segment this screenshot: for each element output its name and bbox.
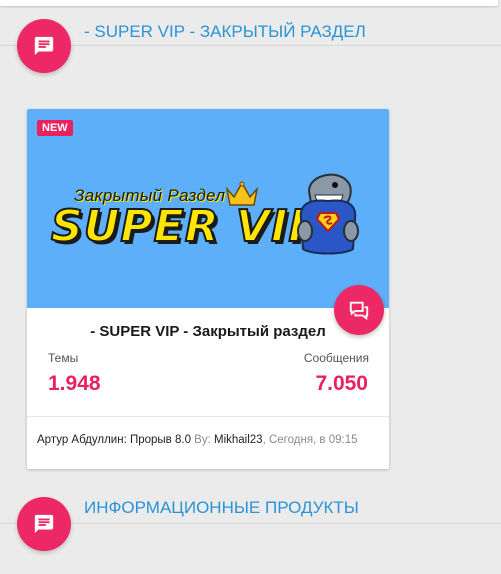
category-title-link[interactable]: - SUPER VIP - ЗАКРЫТЫЙ РАЗДЕЛ [84, 22, 366, 42]
forum-card[interactable]: NEW Закрытый Раздел SUPER VIP - SUPER VI… [27, 109, 389, 469]
forum-chat-icon [17, 497, 71, 551]
last-post-info: Артур Абдуллин: Прорыв 8.0 By: Mikhail23… [37, 434, 358, 446]
banner-title: SUPER VIP [50, 200, 322, 253]
category-header-super-vip: - SUPER VIP - ЗАКРЫТЫЙ РАЗДЕЛ [0, 14, 501, 78]
last-post-author-link[interactable]: Mikhail23 [214, 434, 263, 446]
forum-banner-image[interactable]: NEW Закрытый Раздел SUPER VIP [27, 109, 389, 308]
forum-title-link[interactable]: - SUPER VIP - Закрытый раздел [27, 323, 389, 340]
topics-label: Темы [48, 351, 79, 365]
shark-mascot-icon [297, 173, 359, 255]
last-post-thread-link[interactable]: Артур Абдуллин: Прорыв 8.0 [37, 434, 191, 446]
category-header-info-products: ИНФОРМАЦИОННЫЕ ПРОДУКТЫ [0, 492, 501, 556]
forum-chat-icon [17, 19, 71, 73]
by-label: By: [194, 434, 211, 446]
topics-count: 1.948 [48, 372, 101, 395]
last-post-time: , Сегодня, в 09:15 [262, 434, 358, 446]
card-divider [27, 416, 389, 417]
posts-count: 7.050 [315, 372, 368, 395]
new-badge: NEW [37, 120, 73, 136]
previous-forum-card [0, 0, 498, 6]
posts-label: Сообщения [303, 351, 369, 365]
category-divider [0, 45, 501, 46]
category-title-link[interactable]: ИНФОРМАЦИОННЫЕ ПРОДУКТЫ [84, 498, 359, 518]
category-divider [0, 523, 501, 524]
